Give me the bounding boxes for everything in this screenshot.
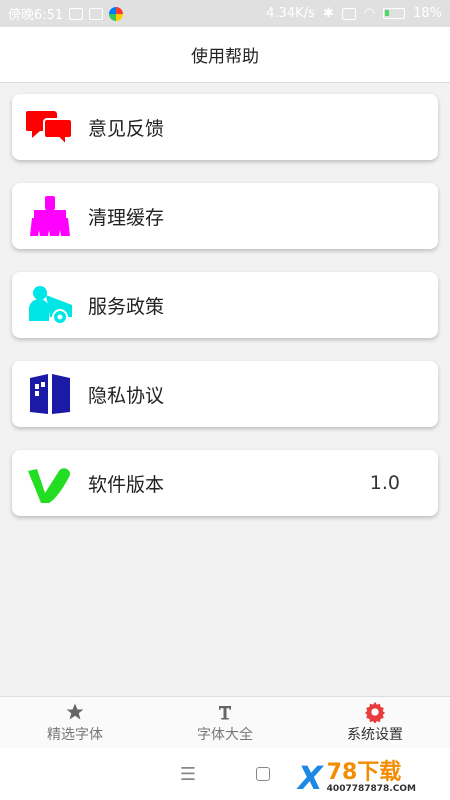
- battery-icon: [383, 8, 406, 19]
- chat-bubbles-icon: [26, 105, 74, 149]
- watermark: X 78下载 4007787878.COM: [298, 758, 448, 798]
- app-bar: 使用帮助: [0, 27, 450, 83]
- tab-label: 精选字体: [47, 727, 103, 743]
- page-title: 使用帮助: [191, 47, 259, 67]
- menu-item-label: 清理缓存: [88, 206, 165, 229]
- tab-featured-fonts[interactable]: 精选字体: [0, 697, 150, 748]
- status-bar: 傍晚6:51 4.34K/s ✱ ◠ 18%: [0, 0, 450, 27]
- notification-icon: [69, 7, 84, 20]
- broom-icon: [26, 194, 74, 238]
- menu-icon[interactable]: ☰: [180, 764, 196, 785]
- tab-system-settings[interactable]: 系统设置: [300, 697, 450, 748]
- tab-label: 系统设置: [347, 727, 403, 743]
- notification-icon: [89, 7, 104, 20]
- version-value: 1.0: [369, 472, 400, 494]
- home-icon[interactable]: [256, 767, 271, 781]
- sim-icon: [341, 7, 356, 20]
- gear-icon: [364, 701, 386, 723]
- bottom-nav: 精选字体 字体大全 系统设置: [0, 696, 450, 748]
- menu-item-clear-cache[interactable]: 清理缓存: [12, 183, 438, 249]
- star-icon: [65, 701, 85, 723]
- menu-item-privacy[interactable]: 隐私协议: [12, 361, 438, 427]
- watermark-main: 78下载: [326, 760, 402, 785]
- privacy-book-icon: [26, 372, 74, 416]
- menu-item-label: 服务政策: [88, 295, 165, 318]
- watermark-logo-icon: X: [298, 759, 323, 797]
- tab-all-fonts[interactable]: 字体大全: [150, 697, 300, 748]
- tab-label: 字体大全: [197, 727, 253, 743]
- status-time: 傍晚6:51: [8, 8, 64, 23]
- menu-item-label: 意见反馈: [88, 117, 165, 140]
- battery-percent: 18%: [413, 6, 442, 21]
- menu-item-version[interactable]: 软件版本 1.0: [12, 450, 438, 516]
- wifi-icon: ◠: [363, 6, 376, 21]
- menu-item-label: 软件版本: [88, 473, 165, 496]
- menu-item-feedback[interactable]: 意见反馈: [12, 94, 438, 160]
- network-speed: 4.34K/s: [266, 6, 315, 21]
- watermark-sub: 4007787878.COM: [326, 784, 416, 794]
- bluetooth-icon: ✱: [322, 6, 334, 21]
- text-t-icon: [216, 701, 234, 723]
- version-v-icon: [26, 461, 74, 505]
- menu-item-service-policy[interactable]: 服务政策: [12, 272, 438, 338]
- service-person-icon: [26, 283, 74, 327]
- menu-item-label: 隐私协议: [88, 384, 165, 407]
- app-notification-icon: [109, 6, 124, 21]
